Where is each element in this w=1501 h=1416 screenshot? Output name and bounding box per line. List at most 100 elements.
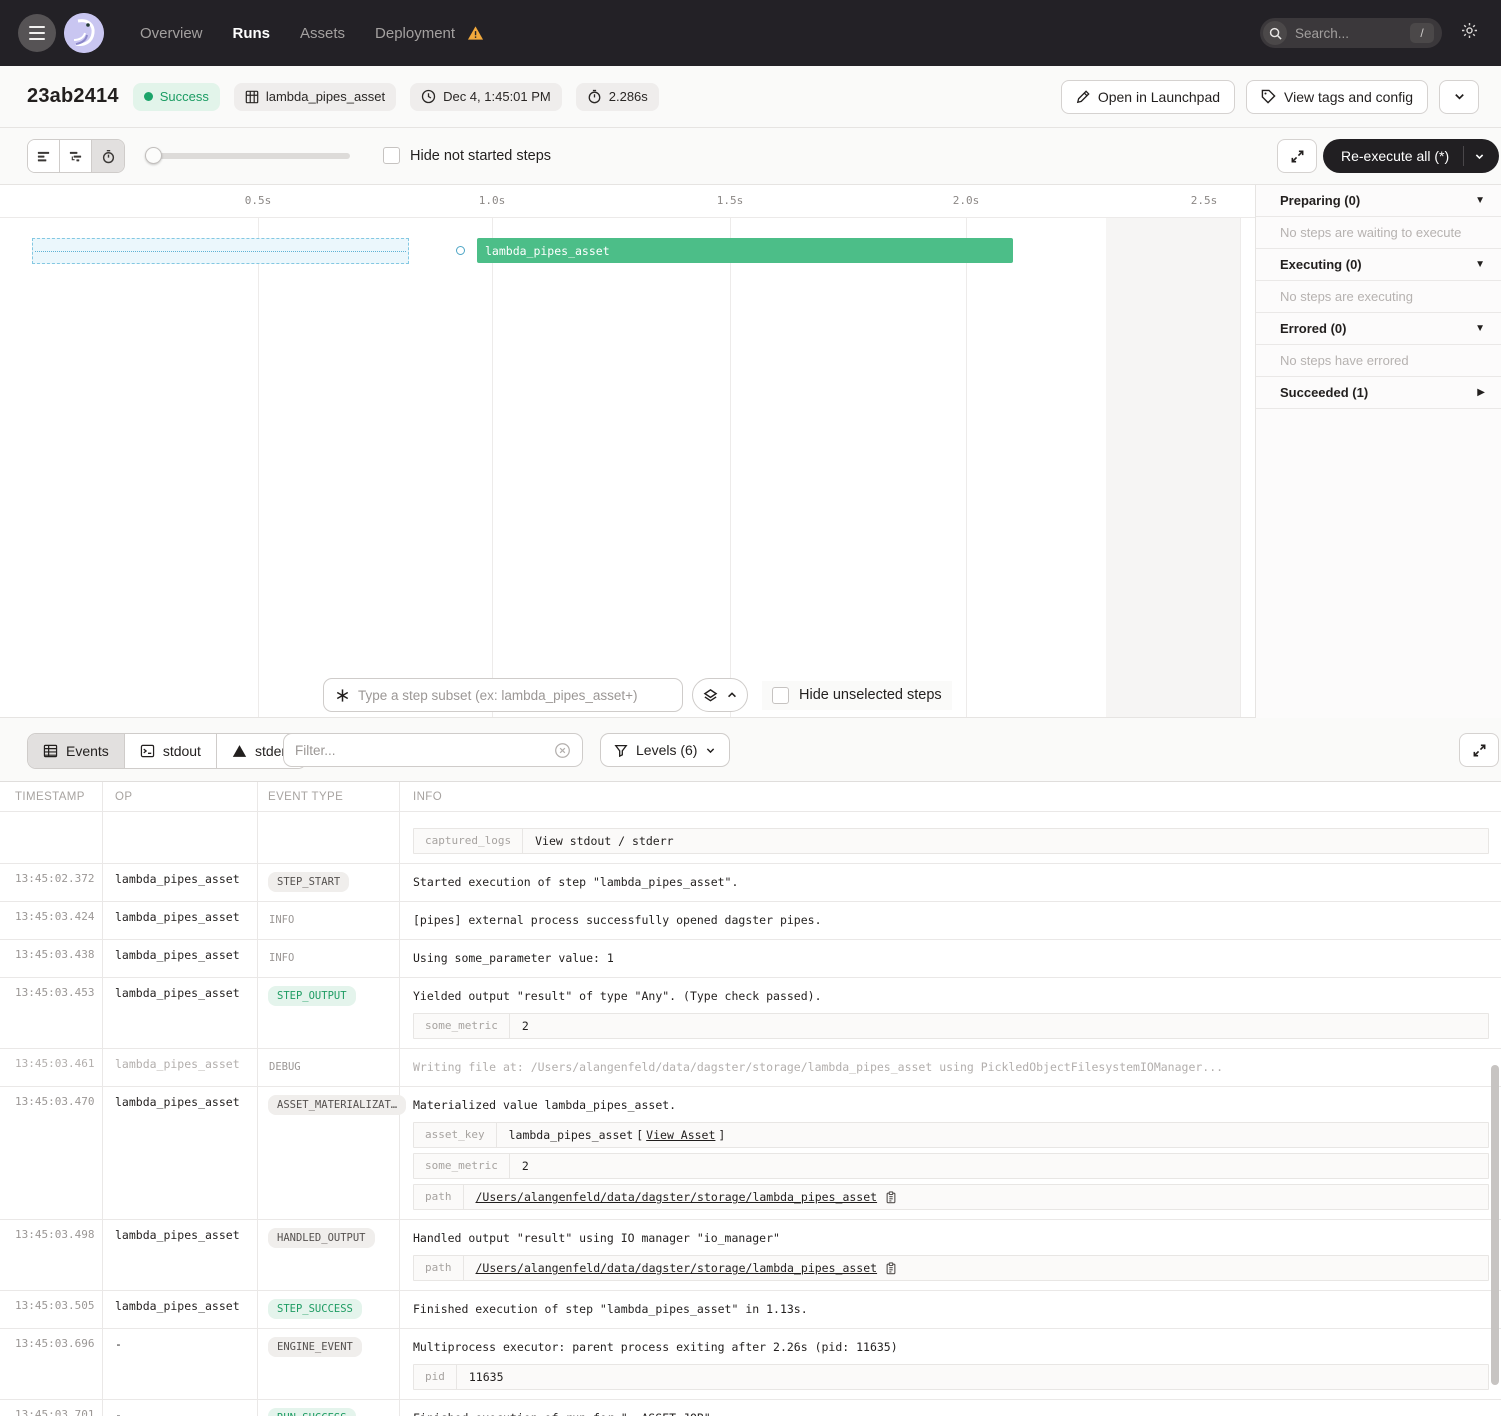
gear-icon[interactable]	[1460, 21, 1479, 45]
tab-stdout[interactable]: stdout	[125, 734, 217, 768]
run-header-more-button[interactable]	[1439, 80, 1479, 114]
log-message: Started execution of step "lambda_pipes_…	[413, 872, 1489, 891]
nav-item-runs[interactable]: Runs	[233, 25, 271, 42]
log-info: Yielded output "result" of type "Any". (…	[400, 978, 1501, 1048]
hide-not-started-checkbox[interactable]	[383, 147, 400, 164]
log-event-type: ASSET_MATERIALIZAT…	[258, 1087, 400, 1219]
waterfall-view-button[interactable]	[60, 140, 92, 172]
log-filter-input[interactable]: Filter...	[283, 733, 583, 767]
log-timestamp[interactable]: 13:45:03.438	[0, 940, 103, 977]
copy-icon[interactable]	[885, 1262, 897, 1275]
search-input[interactable]: Search... /	[1260, 18, 1442, 48]
table-icon	[43, 744, 58, 758]
levels-dropdown[interactable]: Levels (6)	[600, 733, 730, 767]
zoom-slider-handle[interactable]	[145, 147, 162, 164]
log-op: lambda_pipes_asset	[103, 1220, 258, 1290]
log-op: lambda_pipes_asset	[103, 978, 258, 1048]
metadata-link[interactable]: /Users/alangenfeld/data/dagster/storage/…	[476, 1261, 878, 1275]
log-timestamp[interactable]: 13:45:03.424	[0, 902, 103, 939]
status-section-header[interactable]: Errored (0)▼	[1256, 313, 1501, 345]
nav-item-deployment[interactable]: Deployment	[375, 25, 455, 42]
log-timestamp[interactable]: 13:45:03.696	[0, 1329, 103, 1399]
log-event-type: STEP_OUTPUT	[258, 978, 400, 1048]
log-op: lambda_pipes_asset	[103, 902, 258, 939]
fullscreen-icon	[1472, 743, 1487, 758]
open-in-launchpad-button[interactable]: Open in Launchpad	[1061, 80, 1235, 114]
gantt-after-run-region	[1106, 218, 1240, 717]
reexecute-all-button[interactable]: Re-execute all (*)	[1323, 139, 1499, 173]
log-info: Multiprocess executor: parent process ex…	[400, 1329, 1501, 1399]
metadata-link[interactable]: View Asset	[646, 1128, 715, 1142]
status-section-header[interactable]: Preparing (0) ▼	[1256, 185, 1501, 217]
metadata-key: path	[414, 1185, 464, 1209]
log-event-type: DEBUG	[258, 1049, 400, 1086]
event-type-badge: RUN_SUCCESS	[268, 1408, 356, 1416]
log-info: Handled output "result" using IO manager…	[400, 1220, 1501, 1290]
metadata-link[interactable]: /Users/alangenfeld/data/dagster/storage/…	[476, 1190, 878, 1204]
fullscreen-icon	[1290, 149, 1305, 164]
hide-not-started-label: Hide not started steps	[410, 148, 551, 164]
metadata-entry: pid11635	[413, 1364, 1489, 1390]
step-start-marker-icon	[456, 246, 465, 255]
log-message: Using some_parameter value: 1	[413, 948, 1489, 967]
log-message: Yielded output "result" of type "Any". (…	[413, 986, 1489, 1005]
metadata-key: some_metric	[414, 1014, 510, 1038]
metadata-entry: asset_keylambda_pipes_asset [View Asset]	[413, 1122, 1489, 1148]
event-type-badge: ENGINE_EVENT	[268, 1337, 362, 1357]
graph-query-toggle-button[interactable]	[692, 678, 748, 712]
pencil-icon	[1076, 90, 1090, 104]
gantt-chart: 0.5s1.0s1.5s2.0s2.5s lambda_pipes_asset …	[0, 185, 1255, 718]
reexecute-options-button[interactable]	[1464, 151, 1499, 162]
warning-icon	[467, 25, 484, 41]
log-timestamp[interactable]: 13:45:03.505	[0, 1291, 103, 1328]
log-timestamp[interactable]: 13:45:03.453	[0, 978, 103, 1048]
clear-filter-icon[interactable]	[554, 742, 571, 759]
step-subset-input[interactable]: Type a step subset (ex: lambda_pipes_ass…	[323, 678, 683, 712]
log-message: [pipes] external process successfully op…	[413, 910, 1489, 929]
logs-scrollbar[interactable]	[1491, 1065, 1499, 1385]
nav-item-overview[interactable]: Overview	[140, 25, 203, 42]
status-section-body: No steps are waiting to execute	[1256, 217, 1501, 249]
log-op: lambda_pipes_asset	[103, 1049, 258, 1086]
copy-icon[interactable]	[885, 1191, 897, 1204]
metadata-text: View stdout / stderr	[535, 834, 673, 848]
metadata-value: 2	[510, 1154, 541, 1178]
timeline-tick-label: 2.5s	[1191, 194, 1218, 207]
tab-events[interactable]: Events	[28, 734, 125, 768]
hide-unselected-checkbox[interactable]	[772, 687, 789, 704]
gantt-fullscreen-button[interactable]	[1277, 139, 1317, 173]
logs-fullscreen-button[interactable]	[1459, 733, 1499, 767]
timeline-tick-label: 1.5s	[717, 194, 744, 207]
view-tags-config-button[interactable]: View tags and config	[1246, 80, 1428, 114]
run-id: 23ab2414	[27, 85, 119, 108]
zoom-slider[interactable]	[145, 153, 350, 159]
log-timestamp[interactable]: 13:45:03.461	[0, 1049, 103, 1086]
gantt-step-bar[interactable]: lambda_pipes_asset	[477, 238, 1013, 263]
target-chip[interactable]: lambda_pipes_asset	[234, 83, 396, 111]
flat-view-button[interactable]	[28, 140, 60, 172]
logs-tabs: Eventsstdoutstderr	[27, 733, 307, 769]
menu-icon[interactable]	[18, 14, 56, 52]
status-section-title: Preparing (0)	[1280, 193, 1360, 208]
tag-icon	[1261, 89, 1276, 104]
caret-down-icon: ▼	[1475, 195, 1485, 206]
dagster-logo-icon[interactable]	[64, 13, 104, 53]
log-timestamp[interactable]: 13:45:03.701	[0, 1400, 103, 1416]
log-event-type: STEP_START	[258, 864, 400, 901]
nav-item-assets[interactable]: Assets	[300, 25, 345, 42]
logs-panel: Eventsstdoutstderr Filter... Levels (6) …	[0, 718, 1501, 1416]
log-timestamp[interactable]: 13:45:03.498	[0, 1220, 103, 1290]
log-info: Finished execution of step "lambda_pipes…	[400, 1291, 1501, 1328]
status-section-header[interactable]: Executing (0)▼	[1256, 249, 1501, 281]
status-section-title: Executing (0)	[1280, 257, 1362, 272]
log-info: Using some_parameter value: 1	[400, 940, 1501, 977]
search-placeholder: Search...	[1295, 26, 1410, 41]
event-type-badge: STEP_SUCCESS	[268, 1299, 362, 1319]
timed-view-button[interactable]	[92, 140, 124, 172]
log-timestamp[interactable]: 13:45:03.470	[0, 1087, 103, 1219]
dagster-run-page: Overview Runs Assets Deployment Search... /…	[0, 0, 1501, 1416]
chevron-down-icon	[1453, 90, 1466, 103]
log-timestamp[interactable]: 13:45:02.372	[0, 864, 103, 901]
metadata-value: /Users/alangenfeld/data/dagster/storage/…	[464, 1185, 910, 1209]
status-section-header[interactable]: Succeeded (1)▶	[1256, 377, 1501, 409]
